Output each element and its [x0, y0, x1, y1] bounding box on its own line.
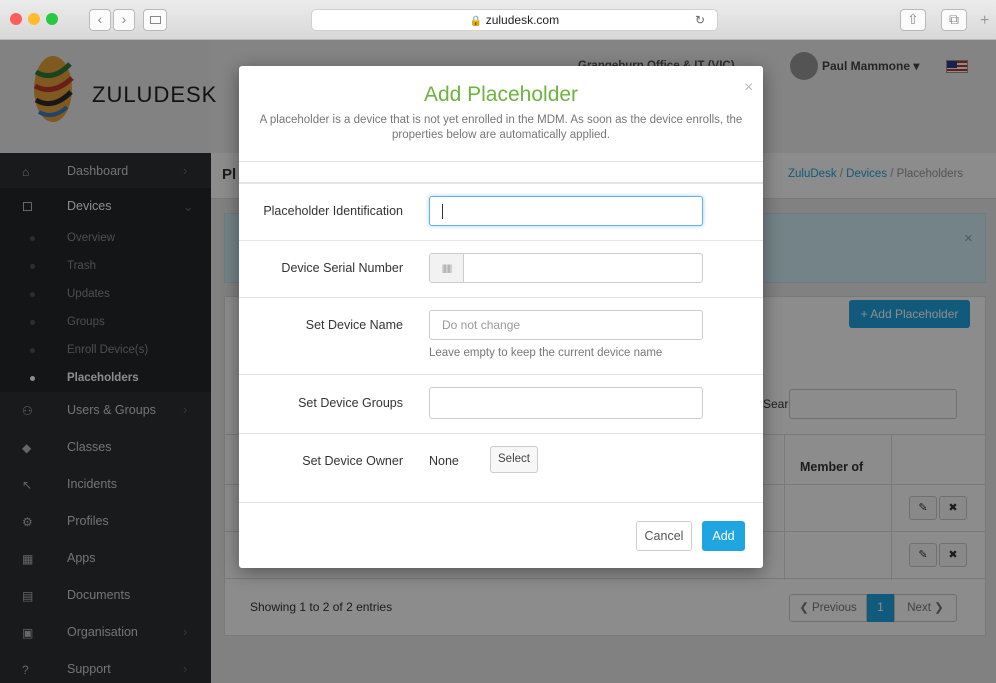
- address-bar[interactable]: 🔒 zuludesk.com ↻: [311, 9, 718, 31]
- device-name-label: Set Device Name: [305, 318, 403, 332]
- maximize-window-button[interactable]: [46, 13, 58, 25]
- form-row-serial: Device Serial Number |||||||: [239, 240, 763, 297]
- form-row-name: Set Device Name Do not change Leave empt…: [239, 297, 763, 374]
- identification-label: Placeholder Identification: [263, 204, 403, 218]
- back-button[interactable]: ‹: [89, 9, 111, 31]
- minimize-window-button[interactable]: [28, 13, 40, 25]
- reload-icon[interactable]: ↻: [695, 10, 705, 30]
- cancel-button[interactable]: Cancel: [636, 521, 692, 551]
- modal-footer: Cancel Add: [239, 502, 763, 568]
- form-row-owner: Set Device Owner None Select: [239, 433, 763, 502]
- tabs-icon: ⧉: [949, 11, 959, 27]
- share-icon: ⇧: [907, 11, 919, 27]
- add-button[interactable]: Add: [702, 521, 745, 551]
- barcode-icon: |||||||: [430, 254, 464, 282]
- sidebar-icon: [149, 16, 161, 24]
- device-name-help: Leave empty to keep the current device n…: [429, 347, 663, 359]
- lock-icon: 🔒: [469, 16, 483, 27]
- forward-button[interactable]: ›: [113, 9, 135, 31]
- sidebar-toggle-button[interactable]: [143, 9, 167, 31]
- device-groups-label: Set Device Groups: [298, 396, 403, 410]
- tabs-button[interactable]: ⧉: [941, 9, 967, 31]
- add-placeholder-modal: Add Placeholder × A placeholder is a dev…: [239, 66, 763, 568]
- modal-close-icon[interactable]: ×: [744, 79, 753, 97]
- identification-input[interactable]: [429, 196, 703, 226]
- new-tab-icon[interactable]: +: [980, 12, 989, 30]
- chevron-left-icon: ‹: [97, 11, 103, 27]
- serial-label: Device Serial Number: [281, 261, 403, 275]
- text-cursor: [442, 204, 443, 219]
- modal-header-divider: [239, 161, 763, 183]
- form-row-identification: Placeholder Identification: [239, 183, 763, 240]
- close-window-button[interactable]: [10, 13, 22, 25]
- device-name-input[interactable]: Do not change: [429, 310, 703, 340]
- share-button[interactable]: ⇧: [900, 9, 926, 31]
- chevron-right-icon: ›: [121, 11, 127, 27]
- serial-number-input[interactable]: |||||||: [429, 253, 703, 283]
- form-row-groups: Set Device Groups: [239, 374, 763, 433]
- device-name-placeholder: Do not change: [442, 318, 521, 332]
- device-owner-label: Set Device Owner: [302, 454, 403, 468]
- device-groups-input[interactable]: [429, 387, 703, 419]
- browser-toolbar: ‹ › 🔒 zuludesk.com ↻ ⇧ ⧉ +: [0, 0, 996, 40]
- modal-description: A placeholder is a device that is not ye…: [259, 114, 743, 141]
- url-text: zuludesk.com: [485, 13, 560, 27]
- device-owner-value: None: [429, 454, 459, 468]
- modal-title: Add Placeholder: [423, 83, 579, 106]
- select-owner-button[interactable]: Select: [490, 446, 538, 473]
